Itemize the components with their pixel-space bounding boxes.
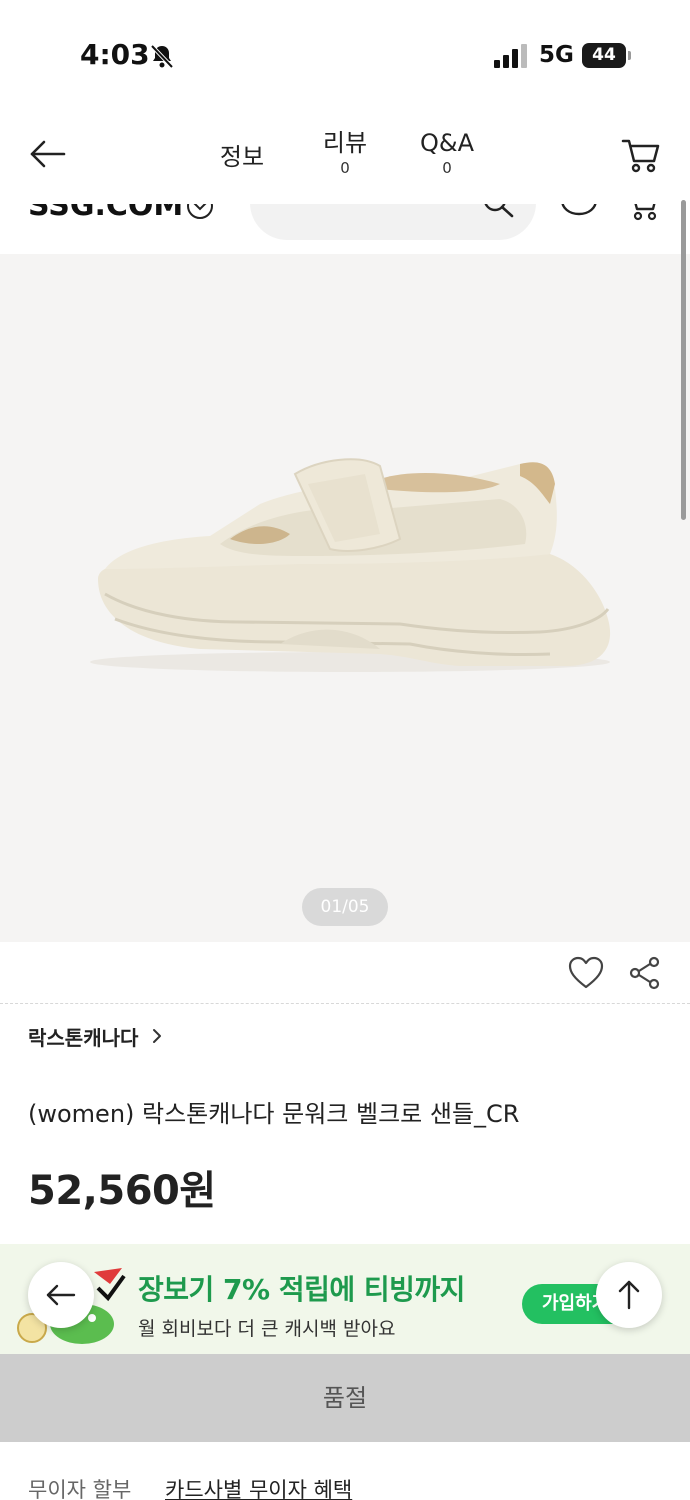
tab-info-label: 정보 xyxy=(219,143,265,171)
share-icon[interactable] xyxy=(628,956,662,990)
battery-indicator: 44 xyxy=(582,43,626,68)
installment-label: 무이자 할부 xyxy=(28,1478,132,1500)
tab-qa-label: Q&A xyxy=(419,129,475,157)
heart-icon[interactable] xyxy=(568,956,604,990)
scrollbar[interactable] xyxy=(681,200,686,520)
chevron-right-icon[interactable] xyxy=(150,1026,164,1046)
product-photo xyxy=(90,458,611,672)
scroll-top-button[interactable] xyxy=(596,1262,662,1328)
image-counter: 01/05 xyxy=(302,888,388,926)
tab-review-count: 0 xyxy=(340,159,350,177)
promo-title: 장보기 7% 적립에 티빙까지 xyxy=(138,1273,465,1306)
battery-nub xyxy=(628,51,631,60)
back-arrow-icon xyxy=(46,1284,76,1306)
tab-qa[interactable]: Q&A 0 xyxy=(410,128,484,178)
status-time: 4:03 xyxy=(80,38,150,71)
network-label: 5G xyxy=(539,42,574,68)
installment-benefit-link[interactable]: 카드사별 무이자 혜택 xyxy=(165,1474,352,1500)
promo-banner[interactable]: 장보기 7% 적립에 티빙까지 월 회비보다 더 큰 캐시백 받아요 가입하기 xyxy=(0,1244,690,1354)
tab-qa-count: 0 xyxy=(442,159,452,177)
floating-back-button[interactable] xyxy=(28,1262,94,1328)
promo-subtitle: 월 회비보다 더 큰 캐시백 받아요 xyxy=(138,1318,396,1340)
status-bar: 4:03 5G 44 xyxy=(0,0,690,110)
tab-review-label: 리뷰 xyxy=(322,129,368,157)
product-image-gallery[interactable]: 01/05 xyxy=(0,254,690,942)
cart-icon[interactable] xyxy=(620,134,662,176)
signal-icon xyxy=(494,44,527,68)
brand-link[interactable]: 락스톤캐나다 xyxy=(28,1022,138,1051)
action-row xyxy=(0,942,690,1004)
soldout-button[interactable]: 품절 xyxy=(0,1354,690,1442)
bell-muted-icon xyxy=(150,44,174,69)
top-nav: 정보 리뷰 0 Q&A 0 xyxy=(0,110,690,204)
tab-review[interactable]: 리뷰 0 xyxy=(315,128,375,178)
tab-info[interactable]: 정보 xyxy=(212,142,272,172)
product-price: 52,560원 xyxy=(28,1168,216,1214)
product-name: (women) 락스톤캐나다 문워크 벨크로 샌들_CR xyxy=(28,1100,520,1128)
back-arrow-icon[interactable] xyxy=(28,134,68,174)
ssg-header: SSG.COM xyxy=(0,196,690,254)
arrow-up-icon xyxy=(618,1280,640,1310)
